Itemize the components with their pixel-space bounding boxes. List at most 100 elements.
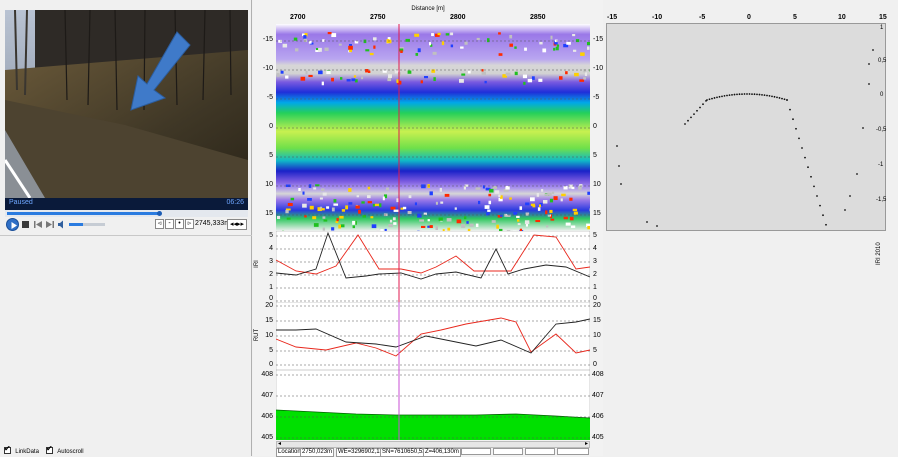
iri-y-tick: 0 — [269, 295, 273, 302]
iri-y-tick-right: 2 — [593, 271, 597, 278]
cross-y-tick: -1 — [878, 162, 883, 168]
rut-plot — [276, 302, 590, 370]
video-panel: Paused 06:26 ◃ - • ▹ 2745,333m ◂◂▸ — [0, 0, 252, 456]
elevation-chart[interactable]: 408 407 406 405 408 407 406 405 — [253, 370, 603, 442]
playback-time: 06:26 — [226, 199, 244, 206]
next-button[interactable] — [45, 219, 55, 230]
profile-y-tick-right: -15 — [593, 36, 603, 43]
volume-button[interactable] — [57, 219, 67, 230]
iri-y-tick: 3 — [269, 258, 273, 265]
rut-y-tick-right: 15 — [593, 317, 601, 324]
cross-x-tick: 0 — [747, 14, 751, 21]
side-label: IRI 2010 — [876, 242, 882, 265]
seek-bar-fill — [7, 212, 160, 215]
cross-x-tick: 5 — [793, 14, 797, 21]
distance-tick: 2750 — [370, 14, 386, 21]
step-dot-button[interactable]: • — [175, 219, 184, 229]
transverse-profile-plot[interactable]: -15 -10 -5 0 5 10 15 -15 -10 -5 0 5 10 1… — [253, 24, 603, 231]
status-bar: Location 2750,023m WE=3296902,134 SN=761… — [276, 448, 590, 456]
previous-button[interactable] — [33, 219, 43, 230]
iri-y-tick-right: 3 — [593, 258, 597, 265]
step-back-button[interactable]: ◃ — [155, 219, 164, 229]
linkdata-checkbox[interactable]: LinkData — [4, 446, 39, 456]
iri-y-tick-right: 4 — [593, 245, 597, 252]
iri-y-tick-right: 0 — [593, 295, 597, 302]
chart-scrollbar[interactable]: ◂ ▸ — [276, 441, 590, 448]
scroll-left-icon[interactable]: ◂ — [278, 440, 281, 447]
frame-step-controls: ◃ - • ▹ — [155, 219, 195, 230]
profile-y-tick: -10 — [263, 65, 273, 72]
profile-y-tick-right: -5 — [593, 94, 599, 101]
step-forward-button[interactable]: ▹ — [185, 219, 194, 229]
profile-heatmap — [276, 24, 590, 231]
iri-y-tick: 2 — [269, 271, 273, 278]
seek-bar[interactable] — [5, 210, 248, 217]
profile-y-axis-left: -15 -10 -5 0 5 10 15 — [253, 24, 275, 231]
cross-section-panel: -15 -10 -5 0 5 10 15 1 0,5 0 -0,5 -1 -1,… — [604, 0, 898, 456]
distance-tick: 2850 — [530, 14, 546, 21]
rut-chart[interactable]: RUT 20 15 10 5 0 20 15 10 5 0 — [253, 302, 603, 370]
profile-y-tick-right: 10 — [593, 181, 601, 188]
rut-y-tick: 15 — [265, 317, 273, 324]
iri-y-tick: 1 — [269, 284, 273, 291]
volume-slider-fill — [69, 223, 83, 226]
cross-section-plot[interactable] — [606, 23, 886, 231]
cross-y-tick: 1 — [880, 25, 883, 31]
iri-y-tick: 5 — [269, 232, 273, 239]
linkdata-check-icon — [4, 447, 11, 454]
rut-y-axis-right: 20 15 10 5 0 — [591, 302, 603, 370]
iri-y-axis: 5 4 3 2 1 0 — [261, 231, 275, 303]
status-empty-cell — [461, 448, 491, 455]
elevation-y-tick-right: 407 — [592, 392, 604, 399]
video-frame[interactable] — [5, 10, 248, 198]
distance-tick: 2800 — [450, 14, 466, 21]
cross-x-tick: -15 — [607, 14, 617, 21]
elevation-y-tick: 405 — [261, 434, 273, 441]
iri-y-tick: 4 — [269, 245, 273, 252]
rut-y-tick: 0 — [269, 361, 273, 368]
stop-button[interactable] — [22, 221, 29, 228]
play-button[interactable] — [6, 218, 19, 231]
profile-y-tick-right: 15 — [593, 210, 601, 217]
player-controls: ◃ - • ▹ 2745,333m ◂◂▸▸ — [5, 217, 248, 233]
profile-y-tick-right: 5 — [593, 152, 597, 159]
autoscroll-checkbox[interactable]: Autoscroll — [46, 446, 84, 456]
profile-y-tick: 10 — [265, 181, 273, 188]
scroll-right-icon[interactable]: ▸ — [585, 440, 588, 447]
elevation-y-tick-right: 406 — [592, 413, 604, 420]
elevation-y-axis-right: 408 407 406 405 — [591, 370, 605, 442]
profile-y-axis-right: -15 -10 -5 0 5 10 15 — [591, 24, 603, 231]
profile-y-tick: 5 — [269, 152, 273, 159]
step-minus-button[interactable]: - — [165, 219, 174, 229]
cross-x-tick: 15 — [879, 14, 887, 21]
distance-tick: 2700 — [290, 14, 306, 21]
video-image — [5, 10, 248, 198]
iri-chart[interactable]: IRI 5 4 3 2 1 0 5 4 3 2 1 0 — [253, 231, 603, 303]
seek-thumb[interactable] — [157, 211, 162, 216]
profile-y-tick: -15 — [263, 36, 273, 43]
elevation-y-tick: 407 — [261, 392, 273, 399]
autoscroll-check-icon — [46, 447, 53, 454]
rut-y-tick: 5 — [269, 347, 273, 354]
cross-y-tick: 0 — [880, 92, 883, 98]
cross-y-tick: 0,5 — [878, 58, 886, 64]
iri-y-axis-right: 5 4 3 2 1 0 — [591, 231, 603, 303]
elevation-y-axis: 408 407 406 405 — [257, 370, 275, 442]
skip-forward-icon — [45, 219, 55, 230]
elevation-y-tick: 408 — [261, 371, 273, 378]
panel-divider — [0, 235, 252, 236]
cross-y-tick: -1,5 — [876, 197, 886, 203]
jump-buttons[interactable]: ◂◂▸▸ — [227, 219, 247, 230]
profile-y-tick-right: 0 — [593, 123, 597, 130]
distance-axis-label: Distance [m] — [253, 6, 603, 12]
rut-y-tick: 10 — [265, 332, 273, 339]
distance-axis-ticks: 2700 2750 2800 2850 — [276, 14, 593, 24]
cross-section-points — [607, 24, 887, 232]
rut-y-tick-right: 10 — [593, 332, 601, 339]
cross-y-tick: -0,5 — [876, 127, 886, 133]
player-status-bar: Paused 06:26 — [5, 198, 248, 210]
volume-slider[interactable] — [69, 223, 105, 226]
skip-back-icon — [33, 219, 43, 230]
elevation-y-tick: 406 — [261, 413, 273, 420]
cross-x-tick: -10 — [652, 14, 662, 21]
